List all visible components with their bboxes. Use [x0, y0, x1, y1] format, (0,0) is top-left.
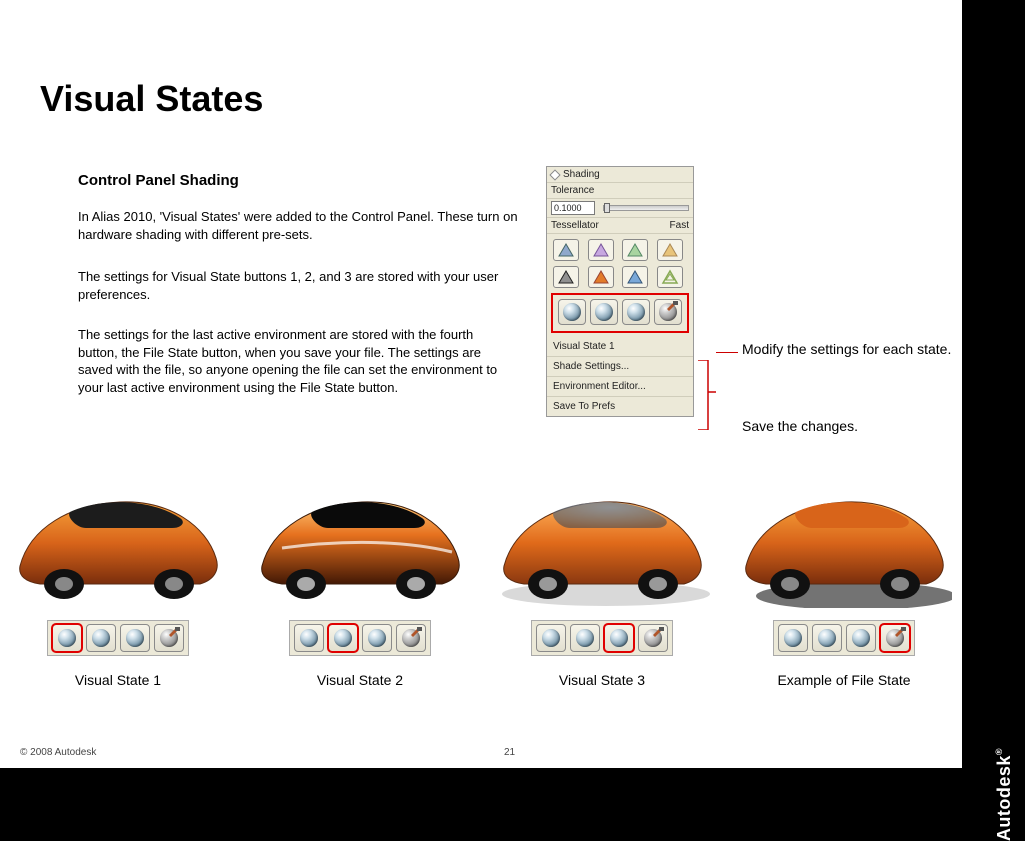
visual-state-2-button[interactable]	[328, 624, 358, 652]
panel-section-header[interactable]: Shading	[547, 167, 693, 183]
shade-mode-icon[interactable]	[657, 239, 683, 261]
visual-state-1-button[interactable]	[558, 299, 586, 325]
examples-row: Visual State 1	[6, 468, 956, 702]
callout-modify: Modify the settings for each state.	[742, 340, 951, 358]
visual-state-1-button[interactable]	[52, 624, 82, 652]
shading-mode-grid-row1	[547, 234, 693, 266]
state-button-row	[531, 620, 673, 656]
visual-state-1-button[interactable]	[294, 624, 324, 652]
environment-editor-link[interactable]: Environment Editor...	[547, 376, 693, 396]
example-label: Visual State 1	[75, 672, 161, 688]
visual-state-2-button[interactable]	[570, 624, 600, 652]
file-state-button[interactable]	[880, 624, 910, 652]
hammer-icon	[168, 626, 181, 638]
visual-state-buttons	[551, 293, 689, 333]
example-label: Visual State 2	[317, 672, 403, 688]
visual-state-2-button[interactable]	[86, 624, 116, 652]
hammer-icon	[666, 301, 679, 313]
file-state-button[interactable]	[654, 299, 682, 325]
car-render	[494, 468, 710, 608]
shade-settings-link[interactable]: Shade Settings...	[547, 356, 693, 376]
brand-sidebar: Autodesk®	[962, 0, 1025, 768]
state-button-row	[773, 620, 915, 656]
callout-save: Save the changes.	[742, 418, 858, 434]
visual-state-3-button[interactable]	[604, 624, 634, 652]
save-to-prefs-link[interactable]: Save To Prefs	[547, 396, 693, 416]
tessellator-value[interactable]: Fast	[670, 220, 689, 231]
file-state-button[interactable]	[396, 624, 426, 652]
tessellator-row: Tessellator Fast	[547, 218, 693, 234]
tolerance-input[interactable]: 0.1000	[551, 201, 595, 215]
paragraph-intro: In Alias 2010, 'Visual States' were adde…	[78, 208, 518, 243]
example-col: Visual State 2	[248, 468, 472, 702]
file-state-button[interactable]	[154, 624, 184, 652]
visual-state-label: Visual State 1	[547, 337, 693, 356]
tessellator-label: Tessellator	[551, 220, 599, 231]
visual-state-3-button[interactable]	[622, 299, 650, 325]
car-render	[10, 468, 226, 608]
car-render	[736, 468, 952, 608]
pin-icon	[549, 169, 560, 180]
shading-mode-grid-row2	[547, 266, 693, 293]
tolerance-input-row: 0.1000	[547, 199, 693, 218]
example-col: Example of File State	[732, 468, 956, 702]
visual-state-3-button[interactable]	[846, 624, 876, 652]
brand-logo: Autodesk®	[994, 748, 1015, 841]
shade-mode-icon[interactable]	[657, 266, 683, 288]
tolerance-label: Tolerance	[551, 185, 594, 196]
visual-state-2-button[interactable]	[590, 299, 618, 325]
hammer-icon	[410, 626, 423, 638]
tolerance-slider[interactable]	[603, 205, 689, 211]
state-button-row	[289, 620, 431, 656]
example-label: Example of File State	[777, 672, 910, 688]
file-state-button[interactable]	[638, 624, 668, 652]
shade-mode-icon[interactable]	[553, 266, 579, 288]
example-col: Visual State 1	[6, 468, 230, 702]
page-title: Visual States	[40, 78, 263, 120]
page-number: 21	[504, 747, 515, 758]
car-render	[252, 468, 468, 608]
paragraph-prefs: The settings for Visual State buttons 1,…	[78, 268, 508, 303]
shade-mode-icon[interactable]	[553, 239, 579, 261]
panel-section-label: Shading	[563, 169, 600, 180]
example-label: Visual State 3	[559, 672, 645, 688]
shade-mode-icon[interactable]	[588, 266, 614, 288]
visual-state-2-button[interactable]	[812, 624, 842, 652]
callout-bracket-icon	[698, 360, 716, 430]
hammer-icon	[652, 626, 665, 638]
state-button-row	[47, 620, 189, 656]
visual-state-3-button[interactable]	[362, 624, 392, 652]
visual-state-1-button[interactable]	[778, 624, 808, 652]
visual-state-3-button[interactable]	[120, 624, 150, 652]
example-col: Visual State 3	[490, 468, 714, 702]
shade-mode-icon[interactable]	[622, 266, 648, 288]
hammer-icon	[894, 626, 907, 638]
shade-mode-icon[interactable]	[588, 239, 614, 261]
tolerance-row: Tolerance	[547, 183, 693, 199]
control-panel: Shading Tolerance 0.1000 Tessellator Fas…	[546, 166, 694, 417]
visual-state-1-button[interactable]	[536, 624, 566, 652]
paragraph-filestate: The settings for the last active environ…	[78, 326, 508, 396]
copyright: © 2008 Autodesk	[20, 747, 96, 758]
callout-line-icon	[716, 352, 738, 353]
shade-mode-icon[interactable]	[622, 239, 648, 261]
section-subhead: Control Panel Shading	[78, 172, 239, 189]
